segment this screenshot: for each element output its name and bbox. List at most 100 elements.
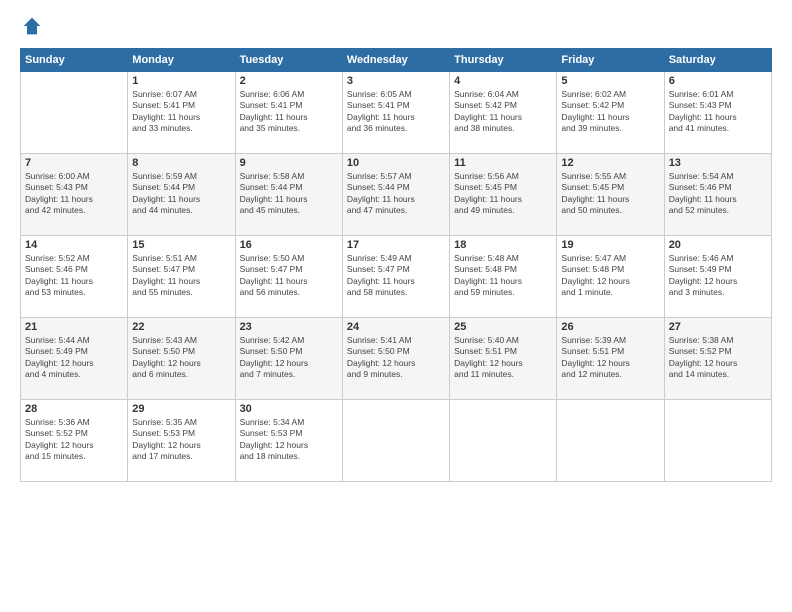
calendar-cell: 21Sunrise: 5:44 AM Sunset: 5:49 PM Dayli… (21, 318, 128, 400)
day-info: Sunrise: 5:56 AM Sunset: 5:45 PM Dayligh… (454, 171, 552, 217)
day-info: Sunrise: 5:41 AM Sunset: 5:50 PM Dayligh… (347, 335, 445, 381)
logo (20, 16, 42, 36)
day-info: Sunrise: 5:58 AM Sunset: 5:44 PM Dayligh… (240, 171, 338, 217)
day-info: Sunrise: 5:40 AM Sunset: 5:51 PM Dayligh… (454, 335, 552, 381)
calendar-week-5: 28 Sunrise: 5:36 AM Sunset: 5:52 PM Dayli… (21, 400, 772, 482)
day-number: 29 (132, 403, 230, 415)
calendar-cell (450, 400, 557, 482)
day-number: 7 (25, 157, 123, 169)
day-number: 26 (561, 321, 659, 333)
calendar-cell: 30 Sunrise: 5:34 AM Sunset: 5:53 PM Dayli… (235, 400, 342, 482)
logo-icon (22, 16, 42, 36)
day-info: Sunrise: 5:50 AM Sunset: 5:47 PM Dayligh… (240, 253, 338, 299)
day-info: Sunrise: 6:06 AM Sunset: 5:41 PM Dayligh… (240, 89, 338, 135)
day-number: 30 (240, 403, 338, 415)
calendar-cell: 29 Sunrise: 5:35 AM Sunset: 5:53 PM Dayli… (128, 400, 235, 482)
calendar-header-friday: Friday (557, 49, 664, 72)
day-number: 24 (347, 321, 445, 333)
day-info: Sunrise: 5:59 AM Sunset: 5:44 PM Dayligh… (132, 171, 230, 217)
day-number: 3 (347, 75, 445, 87)
calendar-cell (664, 400, 771, 482)
day-number: 2 (240, 75, 338, 87)
calendar-week-3: 14 Sunrise: 5:52 AM Sunset: 5:46 PM Dayli… (21, 236, 772, 318)
day-number: 28 (25, 403, 123, 415)
day-info: Sunrise: 6:01 AM Sunset: 5:43 PM Dayligh… (669, 89, 767, 135)
day-number: 15 (132, 239, 230, 251)
calendar-cell: 18 Sunrise: 5:48 AM Sunset: 5:48 PM Dayli… (450, 236, 557, 318)
day-info: Sunrise: 5:48 AM Sunset: 5:48 PM Dayligh… (454, 253, 552, 299)
day-number: 9 (240, 157, 338, 169)
calendar-cell: 28 Sunrise: 5:36 AM Sunset: 5:52 PM Dayli… (21, 400, 128, 482)
day-info: Sunrise: 5:42 AM Sunset: 5:50 PM Dayligh… (240, 335, 338, 381)
calendar-week-2: 7 Sunrise: 6:00 AM Sunset: 5:43 PM Daylig… (21, 154, 772, 236)
day-info: Sunrise: 5:36 AM Sunset: 5:52 PM Dayligh… (25, 417, 123, 463)
calendar-cell: 26 Sunrise: 5:39 AM Sunset: 5:51 PM Dayli… (557, 318, 664, 400)
day-info: Sunrise: 6:02 AM Sunset: 5:42 PM Dayligh… (561, 89, 659, 135)
day-number: 1 (132, 75, 230, 87)
day-number: 16 (240, 239, 338, 251)
calendar-cell: 11 Sunrise: 5:56 AM Sunset: 5:45 PM Dayli… (450, 154, 557, 236)
day-info: Sunrise: 5:46 AM Sunset: 5:49 PM Dayligh… (669, 253, 767, 299)
calendar-header-thursday: Thursday (450, 49, 557, 72)
day-number: 23 (240, 321, 338, 333)
calendar-cell: 16 Sunrise: 5:50 AM Sunset: 5:47 PM Dayli… (235, 236, 342, 318)
calendar-cell: 27Sunrise: 5:38 AM Sunset: 5:52 PM Dayli… (664, 318, 771, 400)
day-number: 6 (669, 75, 767, 87)
day-info: Sunrise: 6:04 AM Sunset: 5:42 PM Dayligh… (454, 89, 552, 135)
calendar-header-tuesday: Tuesday (235, 49, 342, 72)
calendar: SundayMondayTuesdayWednesdayThursdayFrid… (20, 48, 772, 482)
day-number: 22 (132, 321, 230, 333)
day-info: Sunrise: 5:54 AM Sunset: 5:46 PM Dayligh… (669, 171, 767, 217)
calendar-header-sunday: Sunday (21, 49, 128, 72)
calendar-cell: 9 Sunrise: 5:58 AM Sunset: 5:44 PM Daylig… (235, 154, 342, 236)
calendar-cell: 5Sunrise: 6:02 AM Sunset: 5:42 PM Daylig… (557, 72, 664, 154)
calendar-cell: 14 Sunrise: 5:52 AM Sunset: 5:46 PM Dayli… (21, 236, 128, 318)
calendar-cell: 23 Sunrise: 5:42 AM Sunset: 5:50 PM Dayli… (235, 318, 342, 400)
logo-text (20, 16, 42, 36)
day-number: 21 (25, 321, 123, 333)
calendar-cell: 10 Sunrise: 5:57 AM Sunset: 5:44 PM Dayli… (342, 154, 449, 236)
calendar-cell: 13Sunrise: 5:54 AM Sunset: 5:46 PM Dayli… (664, 154, 771, 236)
day-info: Sunrise: 5:39 AM Sunset: 5:51 PM Dayligh… (561, 335, 659, 381)
calendar-cell: 7 Sunrise: 6:00 AM Sunset: 5:43 PM Daylig… (21, 154, 128, 236)
day-number: 14 (25, 239, 123, 251)
calendar-cell: 3Sunrise: 6:05 AM Sunset: 5:41 PM Daylig… (342, 72, 449, 154)
day-info: Sunrise: 5:52 AM Sunset: 5:46 PM Dayligh… (25, 253, 123, 299)
calendar-cell: 19 Sunrise: 5:47 AM Sunset: 5:48 PM Dayli… (557, 236, 664, 318)
day-info: Sunrise: 5:47 AM Sunset: 5:48 PM Dayligh… (561, 253, 659, 299)
calendar-cell: 20 Sunrise: 5:46 AM Sunset: 5:49 PM Dayli… (664, 236, 771, 318)
calendar-cell: 4 Sunrise: 6:04 AM Sunset: 5:42 PM Daylig… (450, 72, 557, 154)
header (20, 16, 772, 36)
calendar-cell: 22Sunrise: 5:43 AM Sunset: 5:50 PM Dayli… (128, 318, 235, 400)
day-number: 25 (454, 321, 552, 333)
day-info: Sunrise: 5:51 AM Sunset: 5:47 PM Dayligh… (132, 253, 230, 299)
day-number: 20 (669, 239, 767, 251)
calendar-cell (21, 72, 128, 154)
day-number: 19 (561, 239, 659, 251)
calendar-cell: 8 Sunrise: 5:59 AM Sunset: 5:44 PM Daylig… (128, 154, 235, 236)
calendar-cell: 25 Sunrise: 5:40 AM Sunset: 5:51 PM Dayli… (450, 318, 557, 400)
day-info: Sunrise: 5:55 AM Sunset: 5:45 PM Dayligh… (561, 171, 659, 217)
day-info: Sunrise: 5:34 AM Sunset: 5:53 PM Dayligh… (240, 417, 338, 463)
day-number: 12 (561, 157, 659, 169)
calendar-header-saturday: Saturday (664, 49, 771, 72)
calendar-cell: 1Sunrise: 6:07 AM Sunset: 5:41 PM Daylig… (128, 72, 235, 154)
calendar-header-wednesday: Wednesday (342, 49, 449, 72)
calendar-cell (557, 400, 664, 482)
calendar-cell: 24 Sunrise: 5:41 AM Sunset: 5:50 PM Dayli… (342, 318, 449, 400)
day-number: 8 (132, 157, 230, 169)
day-number: 17 (347, 239, 445, 251)
day-info: Sunrise: 6:00 AM Sunset: 5:43 PM Dayligh… (25, 171, 123, 217)
day-info: Sunrise: 5:57 AM Sunset: 5:44 PM Dayligh… (347, 171, 445, 217)
calendar-header-monday: Monday (128, 49, 235, 72)
calendar-week-1: 1Sunrise: 6:07 AM Sunset: 5:41 PM Daylig… (21, 72, 772, 154)
day-number: 18 (454, 239, 552, 251)
day-info: Sunrise: 5:35 AM Sunset: 5:53 PM Dayligh… (132, 417, 230, 463)
calendar-cell: 2 Sunrise: 6:06 AM Sunset: 5:41 PM Daylig… (235, 72, 342, 154)
day-number: 27 (669, 321, 767, 333)
day-number: 4 (454, 75, 552, 87)
day-info: Sunrise: 5:49 AM Sunset: 5:47 PM Dayligh… (347, 253, 445, 299)
day-number: 11 (454, 157, 552, 169)
day-number: 10 (347, 157, 445, 169)
calendar-cell: 12 Sunrise: 5:55 AM Sunset: 5:45 PM Dayli… (557, 154, 664, 236)
